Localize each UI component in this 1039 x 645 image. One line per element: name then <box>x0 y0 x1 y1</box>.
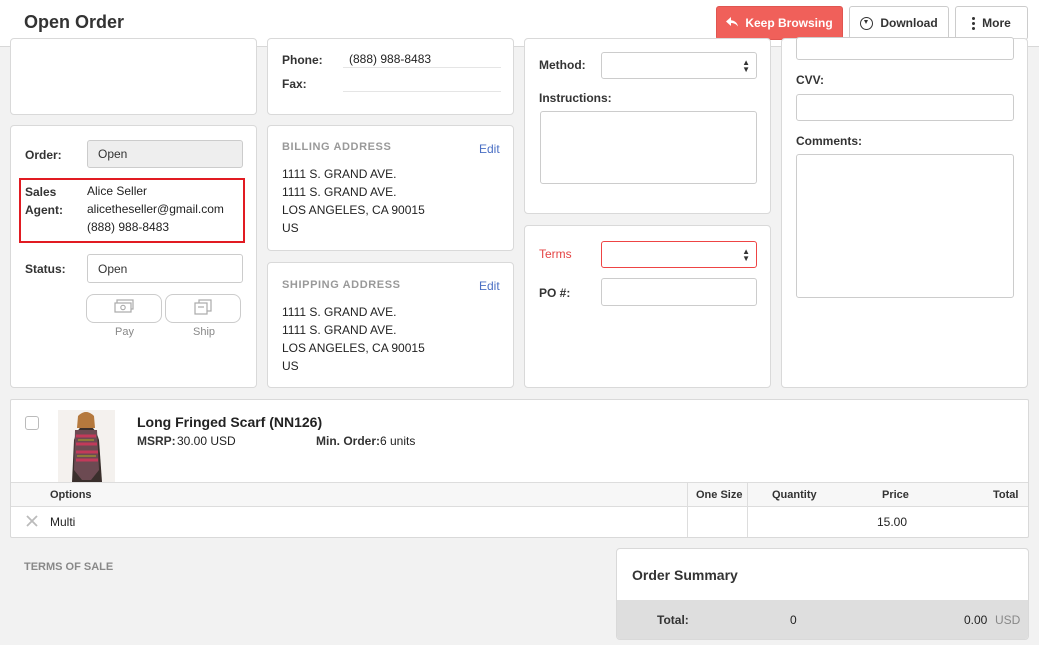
fax-label: Fax: <box>282 77 307 91</box>
order-label: Order: <box>25 148 62 162</box>
keep-browsing-label: Keep Browsing <box>745 16 833 30</box>
method-label: Method: <box>539 58 586 72</box>
shipping-line-3: LOS ANGELES, CA 90015 <box>282 341 425 355</box>
product-image[interactable] <box>58 410 115 482</box>
product-checkbox[interactable] <box>25 416 39 430</box>
table-row: Multi 15.00 <box>11 507 1028 537</box>
ship-label: Ship <box>193 326 216 338</box>
order-summary-title: Order Summary <box>632 567 738 583</box>
option-value: Multi <box>50 515 76 529</box>
product-title[interactable]: Long Fringed Scarf (NN126) <box>137 414 322 430</box>
phone-value: (888) 988-8483 <box>349 52 432 66</box>
shipping-edit-link[interactable]: Edit <box>479 279 500 293</box>
ship-button[interactable] <box>165 294 241 323</box>
more-label: More <box>982 16 1011 30</box>
instructions-label: Instructions: <box>539 91 612 105</box>
payment-card: CVV: Comments: <box>781 37 1028 388</box>
total-quantity: 0 <box>790 613 797 627</box>
status-label: Status: <box>25 262 66 276</box>
method-select[interactable]: ▲ ▼ <box>601 52 757 79</box>
shipping-line-1: 1111 S. GRAND AVE. <box>282 305 397 319</box>
phone-label: Phone: <box>282 53 323 67</box>
shipping-address-heading: SHIPPING ADDRESS <box>282 279 401 291</box>
pay-label: Pay <box>115 326 134 338</box>
col-price: Price <box>882 489 909 501</box>
comments-label: Comments: <box>796 134 863 148</box>
status-field[interactable]: Open <box>87 254 243 283</box>
more-dots-icon <box>972 16 976 30</box>
page-title: Open Order <box>24 12 125 32</box>
download-label: Download <box>880 16 938 30</box>
total-currency: USD <box>995 613 1021 627</box>
order-status-field: Open <box>87 140 243 168</box>
billing-line-4: US <box>282 221 299 235</box>
remove-icon[interactable] <box>26 515 38 530</box>
product-table-header: Options One Size Quantity Price Total <box>11 482 1028 507</box>
po-label: PO #: <box>539 286 571 300</box>
price-value: 15.00 <box>877 515 908 529</box>
fax-underline <box>343 91 501 92</box>
col-total: Total <box>993 489 1019 501</box>
terms-card: Terms ▲ ▼ PO #: <box>524 225 771 388</box>
billing-address-heading: BILLING ADDRESS <box>282 141 392 153</box>
cvv-input[interactable] <box>796 94 1014 121</box>
pay-button[interactable] <box>86 294 162 323</box>
money-icon <box>113 299 135 318</box>
order-summary-card: Order Summary Total: 0 0.00 USD <box>616 548 1029 640</box>
comments-textarea[interactable] <box>796 154 1014 298</box>
shipping-address-card: SHIPPING ADDRESS Edit 1111 S. GRAND AVE.… <box>267 262 514 388</box>
terms-label: Terms <box>539 247 572 261</box>
msrp-label: MSRP: <box>137 434 176 448</box>
po-input[interactable] <box>601 278 757 306</box>
msrp-value: 30.00 USD <box>177 434 236 448</box>
order-info-card: Order: Open Sales Agent: Alice Seller al… <box>10 125 257 388</box>
col-one-size: One Size <box>696 489 743 501</box>
keep-browsing-button[interactable]: Keep Browsing <box>716 6 843 40</box>
billing-line-2: 1111 S. GRAND AVE. <box>282 185 397 199</box>
col-options: Options <box>50 489 92 501</box>
summary-total-bar: Total: 0 0.00 USD <box>617 600 1028 639</box>
shipping-line-2: 1111 S. GRAND AVE. <box>282 323 397 337</box>
billing-edit-link[interactable]: Edit <box>479 142 500 156</box>
select-arrows-icon: ▲ ▼ <box>742 57 750 74</box>
select-arrows-icon: ▲ ▼ <box>742 246 750 263</box>
sales-agent-highlight <box>19 178 245 243</box>
shipping-line-4: US <box>282 359 299 373</box>
download-icon <box>860 16 874 30</box>
more-button[interactable]: More <box>955 6 1028 40</box>
phone-underline <box>343 67 501 68</box>
billing-address-card: BILLING ADDRESS Edit 1111 S. GRAND AVE. … <box>267 125 514 251</box>
top-left-card <box>10 38 257 115</box>
col-quantity: Quantity <box>772 489 817 501</box>
min-order-value: 6 units <box>380 434 416 448</box>
total-label: Total: <box>657 613 689 627</box>
back-arrow-icon <box>726 16 739 30</box>
billing-line-1: 1111 S. GRAND AVE. <box>282 167 397 181</box>
package-icon <box>193 299 213 318</box>
min-order-label: Min. Order: <box>316 434 381 448</box>
terms-select[interactable]: ▲ ▼ <box>601 241 757 268</box>
billing-line-3: LOS ANGELES, CA 90015 <box>282 203 425 217</box>
card-number-field[interactable] <box>796 37 1014 60</box>
shipping-method-card: Method: ▲ ▼ Instructions: <box>524 38 771 214</box>
instructions-textarea[interactable] <box>540 111 757 184</box>
terms-of-sale-title: TERMS OF SALE <box>24 561 114 573</box>
total-amount: 0.00 <box>964 613 988 627</box>
seller-contact-card: Phone: (888) 988-8483 Fax: <box>267 38 514 115</box>
cvv-label: CVV: <box>796 73 825 87</box>
download-button[interactable]: Download <box>849 6 949 40</box>
